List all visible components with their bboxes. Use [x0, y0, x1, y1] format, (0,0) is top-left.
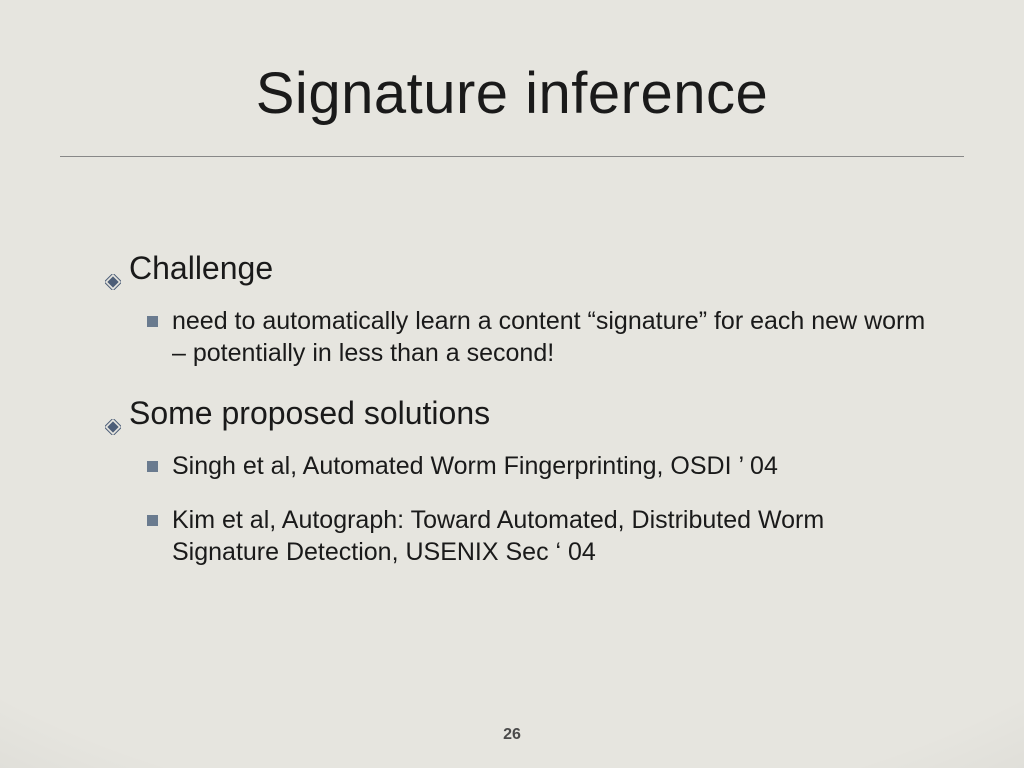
section-heading-text: Challenge [129, 250, 273, 287]
section-heading-text: Some proposed solutions [129, 395, 490, 432]
slide-title: Signature inference [0, 60, 1024, 127]
section-challenge: Challenge need to automatically learn a … [105, 250, 934, 369]
sub-list: need to automatically learn a content “s… [147, 305, 934, 369]
list-item-text: need to automatically learn a content “s… [172, 305, 934, 369]
square-bullet-icon [147, 515, 158, 526]
section-heading: Some proposed solutions [105, 395, 934, 432]
slide: Signature inference Challenge need to au… [0, 0, 1024, 768]
section-solutions: Some proposed solutions Singh et al, Aut… [105, 395, 934, 568]
section-heading: Challenge [105, 250, 934, 287]
list-item-text: Kim et al, Autograph: Toward Automated, … [172, 504, 934, 568]
square-bullet-icon [147, 316, 158, 327]
list-item-text: Singh et al, Automated Worm Fingerprinti… [172, 450, 934, 482]
diamond-bullet-icon [105, 406, 121, 422]
diamond-bullet-icon [105, 261, 121, 277]
page-number: 26 [0, 726, 1024, 744]
list-item: Kim et al, Autograph: Toward Automated, … [147, 504, 934, 568]
slide-body: Challenge need to automatically learn a … [105, 250, 934, 594]
sub-list: Singh et al, Automated Worm Fingerprinti… [147, 450, 934, 568]
title-rule [60, 156, 964, 157]
list-item: need to automatically learn a content “s… [147, 305, 934, 369]
square-bullet-icon [147, 461, 158, 472]
list-item: Singh et al, Automated Worm Fingerprinti… [147, 450, 934, 482]
